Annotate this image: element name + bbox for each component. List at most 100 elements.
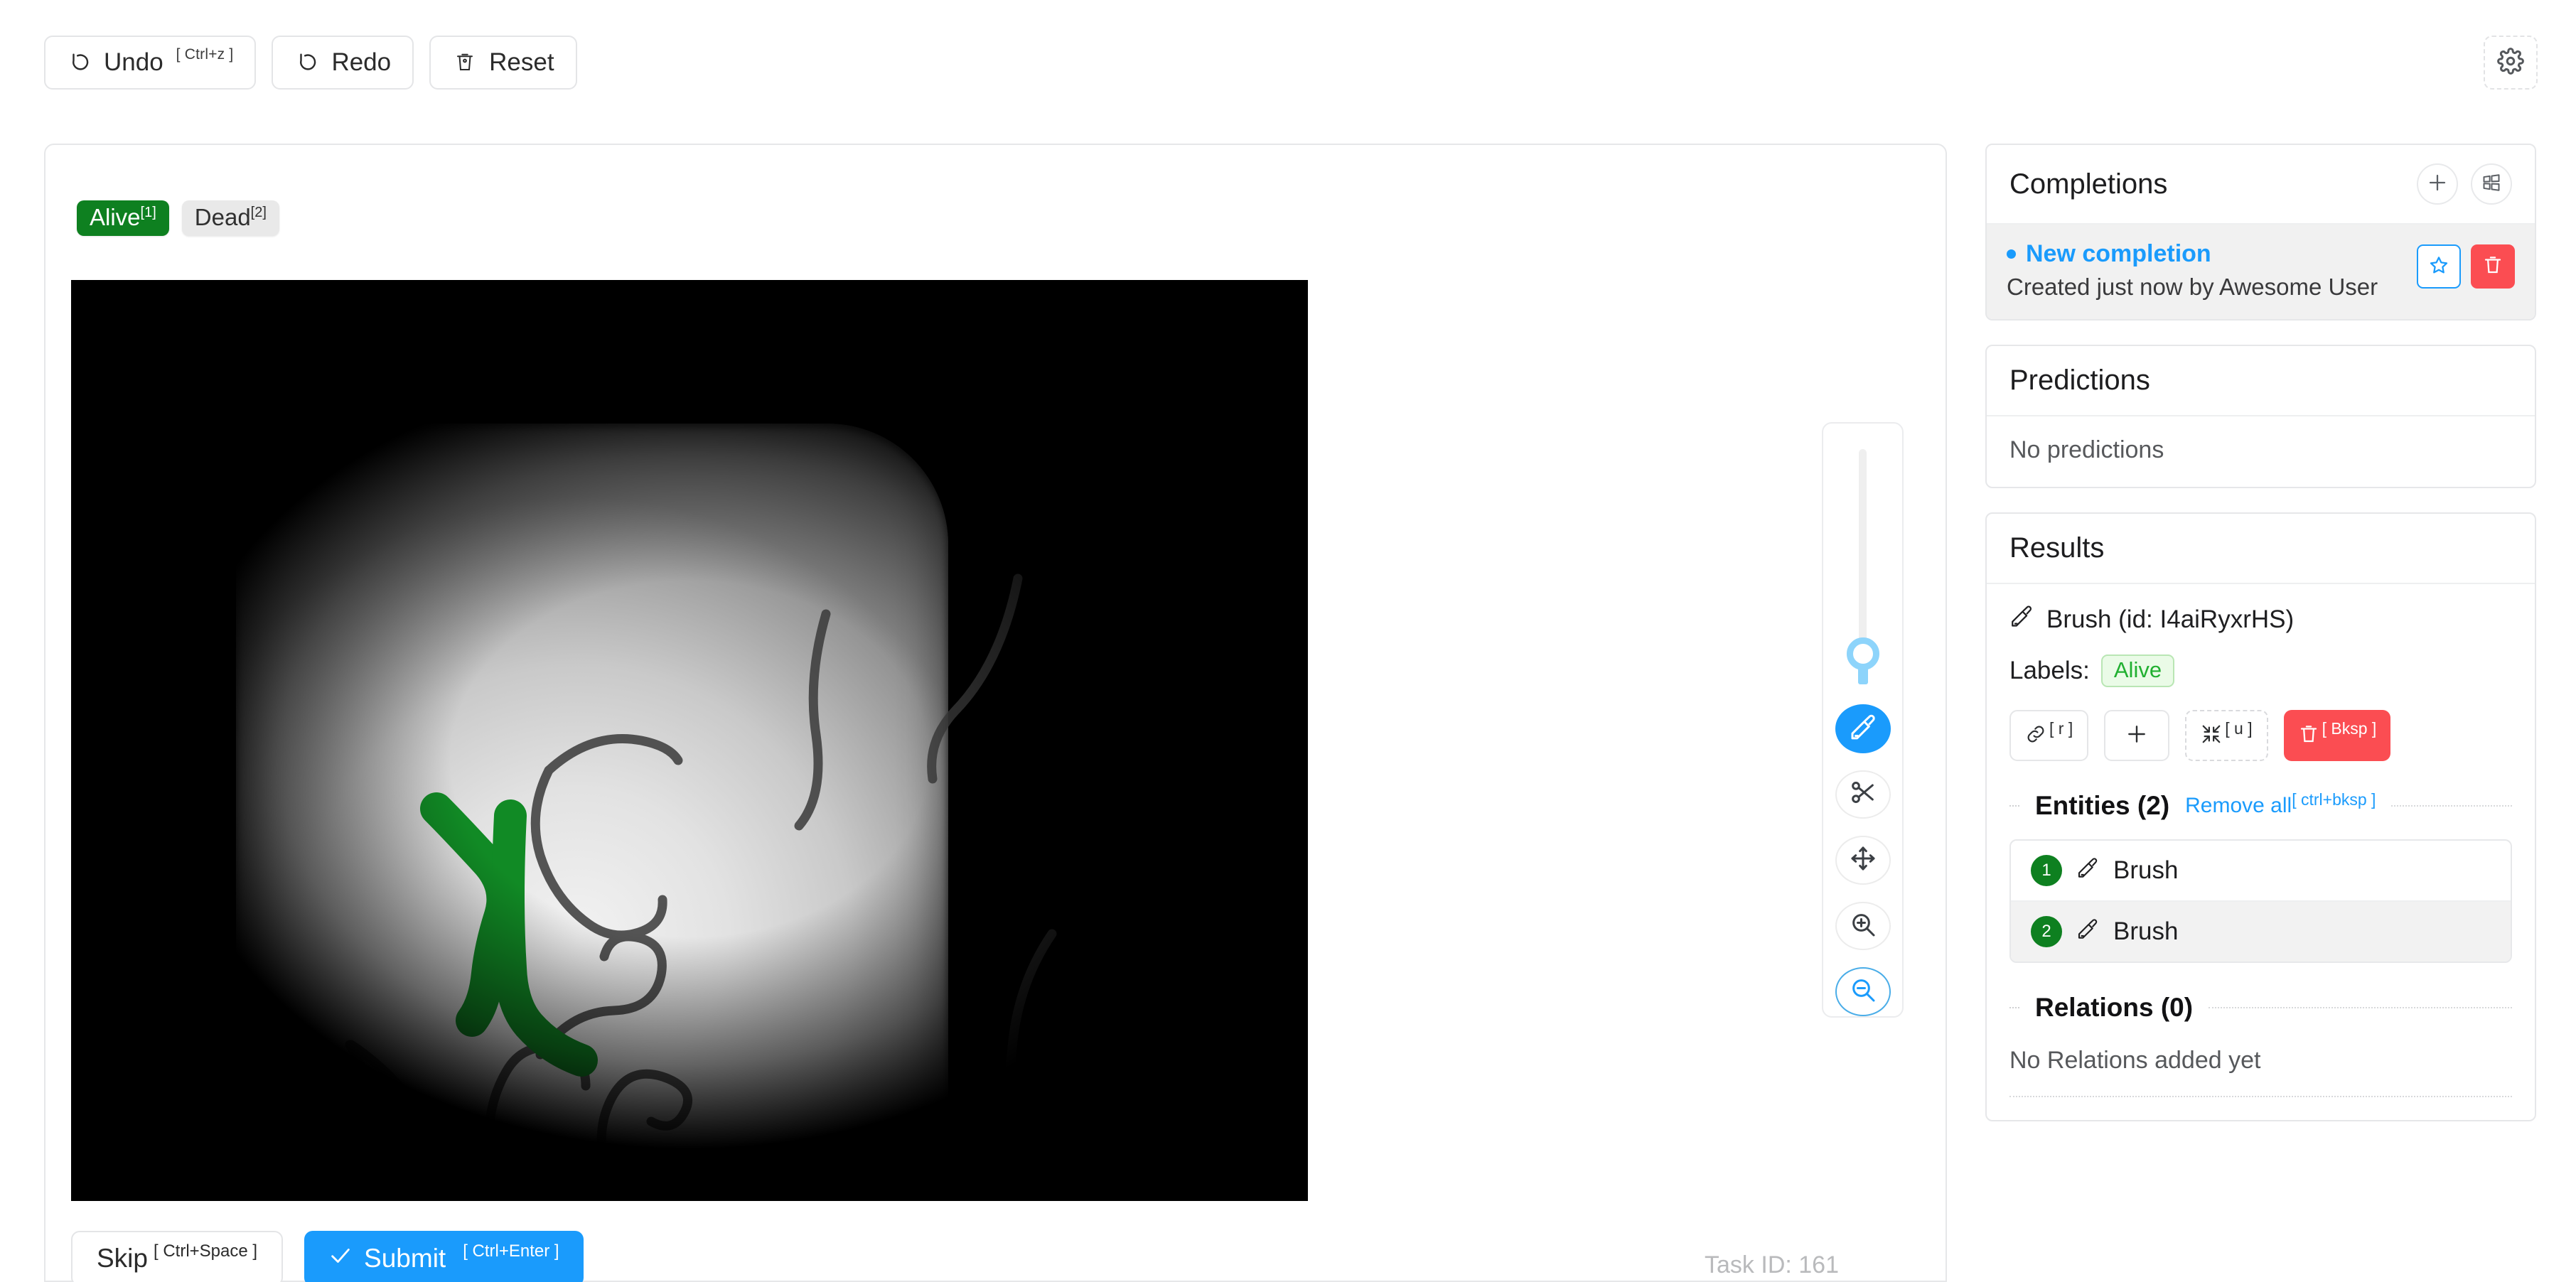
relation-button[interactable]: [ r ]: [2009, 710, 2089, 761]
completion-item-actions: [2417, 244, 2515, 289]
completion-item[interactable]: New completion Created just now by Aweso…: [1987, 225, 2535, 319]
task-id-label: Task ID: 161: [1705, 1251, 1839, 1278]
delete-completion-button[interactable]: [2471, 244, 2515, 289]
skip-label: Skip: [97, 1244, 148, 1273]
image-tools-panel: [1822, 422, 1904, 1018]
label-selector: Alive[1] Dead[2]: [77, 200, 279, 236]
results-body: Brush (id: I4aiRyxrHS) Labels: Alive [ r…: [1987, 584, 2535, 1120]
grid-view-button[interactable]: [2471, 163, 2512, 205]
grid-icon: [2481, 173, 2501, 196]
slider-thumb-stem: [1857, 667, 1868, 685]
redo-button[interactable]: Redo: [272, 36, 414, 90]
delete-region-button[interactable]: [ Bksp ]: [2283, 710, 2391, 761]
eraser-tool-button[interactable]: [1835, 770, 1891, 819]
skip-button[interactable]: Skip [ Ctrl+Space ]: [71, 1231, 284, 1282]
results-header: Results: [1987, 514, 2535, 584]
entity-list-item[interactable]: 1 Brush: [2011, 841, 2511, 902]
entity-list-item[interactable]: 2 Brush: [2011, 902, 2511, 962]
predictions-header: Predictions: [1987, 346, 2535, 416]
reset-button[interactable]: Reset: [429, 36, 577, 90]
selected-region-text: Brush (id: I4aiRyxrHS): [2046, 605, 2295, 633]
submit-bar: Skip [ Ctrl+Space ] Submit [ Ctrl+Enter …: [71, 1231, 584, 1282]
label-alive-text: Alive: [90, 204, 141, 230]
right-sidebar: Completions New completion Created just …: [1985, 144, 2536, 1146]
plus-icon: [2125, 723, 2148, 749]
add-completion-button[interactable]: [2417, 163, 2458, 205]
brush-icon: [2076, 917, 2099, 947]
entity-index-badge: 1: [2031, 855, 2062, 886]
pan-tool-button[interactable]: [1835, 836, 1891, 885]
trash-icon: [452, 50, 478, 75]
zoom-in-icon: [1849, 910, 1877, 942]
trash-icon: [2298, 723, 2319, 748]
completion-item-text: New completion Created just now by Aweso…: [2007, 240, 2378, 301]
move-icon: [1849, 844, 1877, 876]
zoom-out-icon: [1849, 976, 1877, 1008]
brush-tool-button[interactable]: [1835, 704, 1891, 753]
relations-bottom-rule: [2009, 1096, 2512, 1097]
label-tag-dead[interactable]: Dead[2]: [181, 200, 279, 236]
selected-region-labels: Labels: Alive: [2009, 655, 2512, 687]
entity-index-badge: 2: [2031, 916, 2062, 947]
undo-label: Undo: [104, 48, 163, 76]
entities-title: Entities (2): [2035, 791, 2170, 820]
slider-thumb-ring: [1846, 637, 1879, 671]
remove-all-entities-link[interactable]: Remove all[ ctrl+bksp ]: [2185, 790, 2376, 818]
completions-title: Completions: [2009, 168, 2168, 200]
brush-icon: [2076, 856, 2099, 885]
worm-overlay: [345, 573, 1057, 1201]
redo-icon: [294, 50, 320, 75]
labels-prefix: Labels:: [2009, 657, 2090, 684]
entity-label: Brush: [2113, 856, 2179, 884]
redo-label: Redo: [331, 48, 392, 76]
unlink-button-shortcut: [ u ]: [2225, 718, 2253, 738]
trash-icon: [2482, 254, 2503, 279]
check-icon: [328, 1244, 353, 1274]
selected-region-row: Brush (id: I4aiRyxrHS): [2009, 604, 2512, 635]
remove-all-shortcut: [ ctrl+bksp ]: [2292, 790, 2376, 809]
completions-header: Completions: [1987, 145, 2535, 225]
annotation-card: Alive[1] Dead[2] Skip [Ctrl+Space] Sub…: [44, 144, 1947, 1282]
brush-size-slider-thumb[interactable]: [1846, 637, 1879, 685]
unlink-button[interactable]: [ u ]: [2185, 710, 2268, 761]
relations-empty-text: No Relations added yet: [2009, 1047, 2261, 1074]
relation-button-shortcut: [ r ]: [2049, 718, 2073, 738]
completions-panel: Completions New completion Created just …: [1985, 144, 2536, 320]
settings-button[interactable]: [2484, 36, 2538, 90]
undo-button[interactable]: Undo [ Ctrl+z ]: [44, 36, 257, 90]
predictions-title: Predictions: [2009, 365, 2150, 396]
brush-icon: [2009, 604, 2034, 635]
star-completion-button[interactable]: [2417, 244, 2461, 289]
submit-button[interactable]: Submit [ Ctrl+Enter ]: [304, 1231, 584, 1282]
completion-item-title-row: New completion: [2007, 240, 2378, 268]
add-region-button[interactable]: [2104, 710, 2170, 761]
entity-label: Brush: [2113, 917, 2179, 945]
label-chip-alive: Alive: [2100, 655, 2175, 687]
completions-header-actions: [2417, 163, 2512, 205]
entities-section-header: Entities (2) Remove all[ ctrl+bksp ]: [2009, 790, 2512, 821]
brush-size-slider[interactable]: [1846, 449, 1879, 685]
label-dead-shortcut: [2]: [250, 205, 267, 220]
skip-shortcut: [ Ctrl+Space ]: [153, 1241, 258, 1261]
label-alive-shortcut: [1]: [140, 205, 156, 220]
predictions-panel: Predictions No predictions: [1985, 345, 2536, 488]
region-action-buttons: [ r ] [ u] [Bksp]: [2009, 710, 2512, 761]
link-icon: [2025, 723, 2046, 748]
predictions-empty-text: No predictions: [2009, 436, 2164, 463]
completion-item-title: New completion: [2026, 240, 2211, 267]
active-dot-icon: [2007, 249, 2016, 259]
relations-title: Relations (0): [2035, 993, 2194, 1022]
scissors-icon: [1849, 778, 1877, 810]
zoom-out-tool-button[interactable]: [1835, 967, 1891, 1017]
annotation-image-canvas[interactable]: [71, 280, 1308, 1201]
entity-list: 1 Brush 2 Brush: [2009, 839, 2512, 963]
star-icon: [2428, 254, 2449, 279]
submit-label: Submit: [364, 1244, 446, 1273]
zoom-in-tool-button[interactable]: [1835, 901, 1891, 951]
submit-shortcut: [ Ctrl+Enter ]: [463, 1241, 559, 1261]
plus-icon: [2427, 172, 2448, 197]
completion-item-subtitle: Created just now by Awesome User: [2007, 274, 2378, 300]
undo-icon: [67, 50, 92, 75]
label-tag-alive[interactable]: Alive[1]: [77, 200, 169, 236]
brush-icon: [1849, 713, 1877, 745]
